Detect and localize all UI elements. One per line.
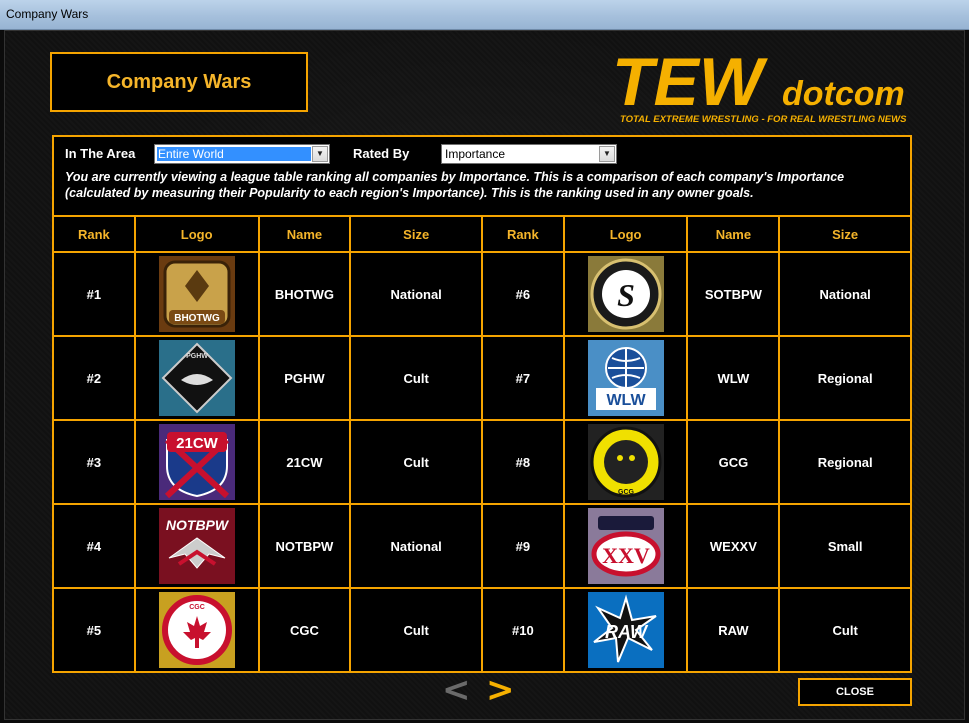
logo-cell: NOTBPW xyxy=(133,503,260,589)
rated-label: Rated By xyxy=(353,146,410,161)
rank-cell: #8 xyxy=(480,419,565,505)
size-cell: Regional xyxy=(778,419,912,505)
logo-cell: S xyxy=(562,251,689,337)
column-header: Size xyxy=(349,215,483,253)
size-cell: National xyxy=(349,503,483,589)
table-row: #2 PGHW PGHW Cult #7 WLW WLW Regional xyxy=(52,335,912,421)
brand-main: TEW xyxy=(612,45,769,120)
company-logo[interactable]: XXV xyxy=(587,508,664,584)
table-row: #4 NOTBPW NOTBPW National #9 XXV WEXXV S… xyxy=(52,503,912,589)
league-table: Rank Logo Name Size Rank Logo Name Size … xyxy=(52,215,912,673)
logo-cell: RAW xyxy=(562,587,689,673)
column-header: Name xyxy=(686,215,781,253)
column-header: Rank xyxy=(480,215,565,253)
area-label: In The Area xyxy=(65,146,136,161)
rank-cell: #2 xyxy=(52,335,136,421)
column-header: Rank xyxy=(52,215,136,253)
table-row: #5 CGC CGC Cult #10 RAW RAW Cult xyxy=(52,587,912,673)
table-header-row: Rank Logo Name Size Rank Logo Name Size xyxy=(52,215,912,253)
rated-select[interactable]: Importance ▼ xyxy=(441,144,617,164)
company-logo[interactable]: RAW xyxy=(587,592,664,668)
logo-text: NOTBPW xyxy=(166,517,230,533)
size-cell: National xyxy=(778,251,912,337)
table-row: #3 21CW 21CW Cult #8 GCG GCG Regional xyxy=(52,419,912,505)
company-logo[interactable]: BHOTWG xyxy=(158,256,235,332)
logo-cell: GCG xyxy=(562,419,689,505)
rank-cell: #5 xyxy=(52,587,136,673)
rank-cell: #9 xyxy=(480,503,565,589)
column-header: Logo xyxy=(562,215,689,253)
logo-cell: XXV xyxy=(562,503,689,589)
name-cell[interactable]: BHOTWG xyxy=(257,251,352,337)
tew-dotcom-logo: TEW dotcom TOTAL EXTREME WRESTLING - FOR… xyxy=(612,45,932,127)
logo-text: 21CW xyxy=(176,435,219,452)
table-row: #1 BHOTWG BHOTWG National #6 S SOTBPW Na… xyxy=(52,251,912,337)
column-header: Size xyxy=(778,215,912,253)
logo-cell: WLW xyxy=(562,335,689,421)
rank-cell: #6 xyxy=(480,251,565,337)
size-cell: Cult xyxy=(349,335,483,421)
logo-text: BHOTWG xyxy=(174,313,220,324)
logo-cell: 21CW xyxy=(133,419,260,505)
page-title-box: Company Wars xyxy=(50,52,308,112)
page-navigation: < > xyxy=(442,672,522,710)
name-cell[interactable]: WEXXV xyxy=(686,503,781,589)
rank-cell: #3 xyxy=(52,419,136,505)
size-cell: National xyxy=(349,251,483,337)
logo-cell: CGC xyxy=(133,587,260,673)
logo-text: GCG xyxy=(618,489,635,496)
company-logo[interactable]: PGHW xyxy=(158,340,235,416)
rank-cell: #7 xyxy=(480,335,565,421)
area-select[interactable]: Entire World ▼ xyxy=(154,144,330,164)
logo-text: S xyxy=(617,277,635,313)
ranking-description: You are currently viewing a league table… xyxy=(65,170,845,200)
company-logo[interactable]: NOTBPW xyxy=(158,508,235,584)
prev-page-button[interactable]: < xyxy=(442,672,471,708)
name-cell[interactable]: RAW xyxy=(686,587,781,673)
rank-cell: #1 xyxy=(52,251,136,337)
name-cell[interactable]: NOTBPW xyxy=(257,503,352,589)
filter-panel: In The Area Entire World ▼ Rated By Impo… xyxy=(52,135,912,215)
name-cell[interactable]: WLW xyxy=(686,335,781,421)
size-cell: Regional xyxy=(778,335,912,421)
size-cell: Cult xyxy=(349,419,483,505)
rank-cell: #10 xyxy=(480,587,565,673)
name-cell[interactable]: PGHW xyxy=(257,335,352,421)
logo-cell: PGHW xyxy=(133,335,260,421)
logo-text: XXV xyxy=(602,543,650,568)
rank-cell: #4 xyxy=(52,503,136,589)
logo-text: WLW xyxy=(606,392,646,409)
size-cell: Cult xyxy=(778,587,912,673)
brand-suffix: dotcom xyxy=(782,75,905,113)
company-logo[interactable]: WLW xyxy=(587,340,664,416)
name-cell[interactable]: 21CW xyxy=(257,419,352,505)
company-logo[interactable]: GCG xyxy=(587,424,664,500)
window-title: Company Wars xyxy=(6,7,89,21)
company-logo[interactable]: S xyxy=(587,256,664,332)
size-cell: Cult xyxy=(349,587,483,673)
name-cell[interactable]: SOTBPW xyxy=(686,251,781,337)
company-logo[interactable]: 21CW xyxy=(158,424,235,500)
window-titlebar: Company Wars xyxy=(0,0,969,30)
size-cell: Small xyxy=(778,503,912,589)
rated-select-value: Importance xyxy=(445,147,506,161)
logo-text: CGC xyxy=(189,604,205,611)
logo-cell: BHOTWG xyxy=(133,251,260,337)
chevron-down-icon[interactable]: ▼ xyxy=(312,146,328,162)
name-cell[interactable]: CGC xyxy=(257,587,352,673)
logo-text: PGHW xyxy=(186,353,208,360)
column-header: Name xyxy=(257,215,352,253)
next-page-button[interactable]: > xyxy=(486,672,515,708)
page-title: Company Wars xyxy=(106,70,252,93)
chevron-down-icon[interactable]: ▼ xyxy=(599,146,615,162)
brand-tagline: TOTAL EXTREME WRESTLING - FOR REAL WREST… xyxy=(620,114,907,125)
column-header: Logo xyxy=(133,215,260,253)
area-select-value: Entire World xyxy=(156,146,312,162)
close-button[interactable]: CLOSE xyxy=(798,678,912,706)
company-logo[interactable]: CGC xyxy=(158,592,235,668)
name-cell[interactable]: GCG xyxy=(686,419,781,505)
logo-text: RAW xyxy=(605,622,649,642)
